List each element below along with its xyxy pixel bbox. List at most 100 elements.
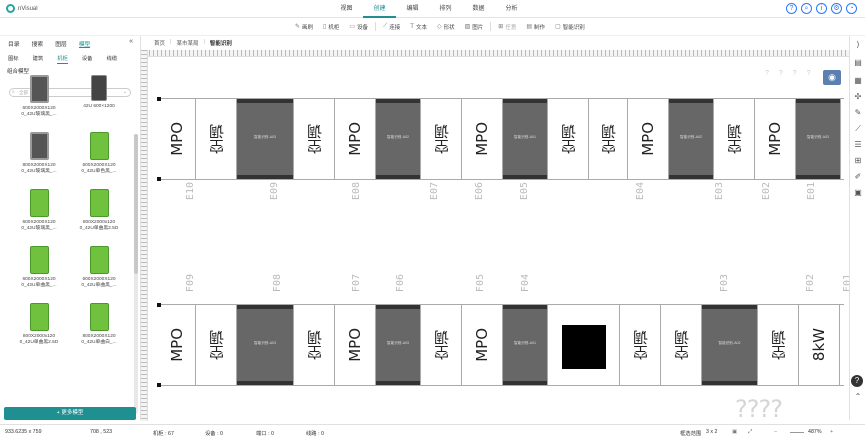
- cabinet-panel-icon[interactable]: ▦: [853, 76, 863, 85]
- sidebar-subtab[interactable]: 机柜: [57, 54, 68, 64]
- equipment-cell[interactable]: MPO: [159, 99, 196, 179]
- zoom-slider[interactable]: [790, 432, 804, 433]
- zoom-out-icon[interactable]: −: [774, 429, 777, 435]
- help-icon[interactable]: ?: [786, 3, 797, 14]
- model-card[interactable]: 800X2000X120 0_42U单曲白_...: [70, 303, 128, 346]
- cabinet-rack[interactable]: 智能识别-A03: [237, 305, 294, 385]
- cabinet-rack[interactable]: 智能识别-A01: [503, 99, 548, 179]
- toolbar-smart-button[interactable]: ▢ 智能识别: [550, 23, 590, 31]
- sidebar-tab[interactable]: 搜索: [32, 39, 44, 48]
- calculator-icon[interactable]: ▣: [853, 188, 863, 197]
- model-card[interactable]: 800X2000X120 0_42U玻璃黑_...: [10, 132, 68, 175]
- cabinet-rack[interactable]: 智能识别-A02: [702, 305, 758, 385]
- equipment-cell[interactable]: 8kW: [799, 305, 840, 385]
- zoom-fit-icon[interactable]: ⤢: [748, 429, 752, 436]
- toolbar-text-button[interactable]: T 文本: [405, 23, 432, 31]
- top-menu-item[interactable]: 排列: [429, 0, 462, 18]
- fit-icon[interactable]: ▣: [732, 429, 737, 435]
- equipment-cell[interactable]: 空调: [714, 99, 755, 179]
- sidebar-subtab[interactable]: 设备: [82, 54, 93, 64]
- toolbar-cabinet-button[interactable]: ▯ 机柜: [318, 23, 344, 31]
- equipment-cell[interactable]: 空调: [196, 99, 237, 179]
- equipment-cell[interactable]: MPO: [755, 99, 796, 179]
- more-models-button[interactable]: + 更多模型: [4, 407, 136, 420]
- toolbar-shape-button[interactable]: ◇ 形状: [432, 23, 460, 31]
- table-icon[interactable]: ▤: [853, 58, 863, 67]
- selection-handle[interactable]: [157, 383, 161, 387]
- toolbar-connect-button[interactable]: ⟋ 连接: [378, 23, 405, 31]
- equipment-cell[interactable]: 空调: [620, 305, 661, 385]
- cabinet-rack[interactable]: 智能识别-A02: [376, 99, 421, 179]
- sidebar-subtab[interactable]: 线缆: [106, 54, 117, 64]
- scroll-up-icon[interactable]: ⌃: [853, 392, 863, 401]
- model-card[interactable]: 800X2000x120 0_42U单曲黑2.5D: [10, 303, 68, 346]
- sidebar-tab[interactable]: 模型: [78, 39, 91, 48]
- model-card[interactable]: 600X2000X120 0_42U单色黑_...: [70, 132, 128, 175]
- view-toggle-eye-icon[interactable]: ◉: [823, 70, 841, 85]
- toolbar-device-button[interactable]: ▭ 设备: [344, 23, 373, 31]
- top-menu-item[interactable]: 创建: [363, 0, 396, 18]
- empty-slot[interactable]: [548, 305, 620, 385]
- equipment-cell[interactable]: 空调: [421, 305, 462, 385]
- equipment-cell[interactable]: 空调: [196, 305, 237, 385]
- equipment-cell[interactable]: MPO: [462, 305, 503, 385]
- expand-icon[interactable]: ⟩: [853, 40, 863, 49]
- app-logo[interactable]: nVisual: [6, 4, 38, 13]
- pen-icon[interactable]: ✐: [853, 172, 863, 181]
- model-card[interactable]: 600X2000X120 0_42U单曲黑_...: [10, 246, 68, 289]
- edit-icon[interactable]: ✎: [853, 108, 863, 117]
- selection-handle[interactable]: [157, 177, 161, 181]
- equipment-cell[interactable]: 空调: [294, 305, 335, 385]
- sidebar-subtab[interactable]: 建筑: [33, 54, 44, 64]
- breadcrumb-item[interactable]: 智能识别: [210, 39, 232, 47]
- equipment-cell[interactable]: 空调: [294, 99, 335, 179]
- toolbar-image-button[interactable]: ▨ 图片: [460, 23, 489, 31]
- selection-handle[interactable]: [157, 303, 161, 307]
- toolbar-brush-button[interactable]: ✎ 画刷: [290, 23, 318, 31]
- breadcrumb-item[interactable]: 首页: [154, 39, 165, 47]
- list-icon[interactable]: ☰: [853, 140, 863, 149]
- toolbar-outlet-button[interactable]: ⊞ 任意: [493, 23, 521, 31]
- settings-icon[interactable]: ⚙: [831, 3, 842, 14]
- scroll-thumb[interactable]: [134, 134, 138, 274]
- hierarchy-icon[interactable]: ⊞: [853, 156, 863, 165]
- equipment-cell[interactable]: 空调: [421, 99, 462, 179]
- collapse-icon[interactable]: «: [129, 38, 133, 45]
- equipment-cell[interactable]: MPO: [462, 99, 503, 179]
- equipment-cell[interactable]: 空调: [661, 305, 702, 385]
- search-icon[interactable]: ⌕: [801, 3, 812, 14]
- sidebar-tab[interactable]: 目录: [8, 39, 20, 48]
- model-card[interactable]: 600X2000X120 0_42U玻璃黑_...: [10, 75, 68, 118]
- cabinet-rack[interactable]: 智能识别-A03: [796, 99, 841, 179]
- breadcrumb-item[interactable]: 某市某局: [176, 39, 198, 47]
- cabinet-rack[interactable]: 智能识别-A01: [503, 305, 548, 385]
- sidebar-scrollbar[interactable]: [134, 134, 138, 414]
- info-icon[interactable]: i: [816, 3, 827, 14]
- equipment-cell[interactable]: 空调: [548, 99, 589, 179]
- top-menu-item[interactable]: 视图: [330, 0, 363, 18]
- toolbar-template-button[interactable]: ▤ 制作: [521, 23, 550, 31]
- equipment-cell[interactable]: MPO: [628, 99, 669, 179]
- floor-canvas[interactable]: MPO 空调 智能识别-A03 空调 MPO 智能识别-A02 空调 MPO 智能识别-A01 空…: [145, 50, 865, 423]
- top-menu-item[interactable]: 编辑: [396, 0, 429, 18]
- model-card[interactable]: 600X2000X120 0_42U单曲黑_...: [70, 246, 128, 289]
- help-button[interactable]: ?: [851, 375, 863, 387]
- model-card[interactable]: 42U 600×1200: [70, 75, 128, 110]
- model-card[interactable]: 600X2000X120 0_42U玻璃黑_...: [10, 189, 68, 232]
- cabinet-rack[interactable]: 智能识别-A03: [237, 99, 294, 179]
- top-menu-item[interactable]: 数据: [462, 0, 495, 18]
- cable-icon[interactable]: ⟋: [853, 124, 863, 133]
- sidebar-tab[interactable]: 图层: [55, 39, 67, 48]
- equipment-cell[interactable]: 空调: [589, 99, 628, 179]
- equipment-cell[interactable]: MPO: [159, 305, 196, 385]
- cabinet-rack[interactable]: 智能识别-A02: [669, 99, 714, 179]
- network-icon[interactable]: ✣: [853, 92, 863, 101]
- model-card[interactable]: 800X2000x120 0_42U单曲黑2.5D: [70, 189, 128, 232]
- cabinet-rack[interactable]: 智能识别-A03: [376, 305, 421, 385]
- equipment-cell[interactable]: MPO: [335, 99, 376, 179]
- user-icon[interactable]: ◔: [846, 3, 857, 14]
- sidebar-subtab[interactable]: 图标: [8, 54, 19, 64]
- zoom-in-icon[interactable]: +: [830, 429, 833, 435]
- selection-handle[interactable]: [157, 97, 161, 101]
- equipment-cell[interactable]: 空调: [758, 305, 799, 385]
